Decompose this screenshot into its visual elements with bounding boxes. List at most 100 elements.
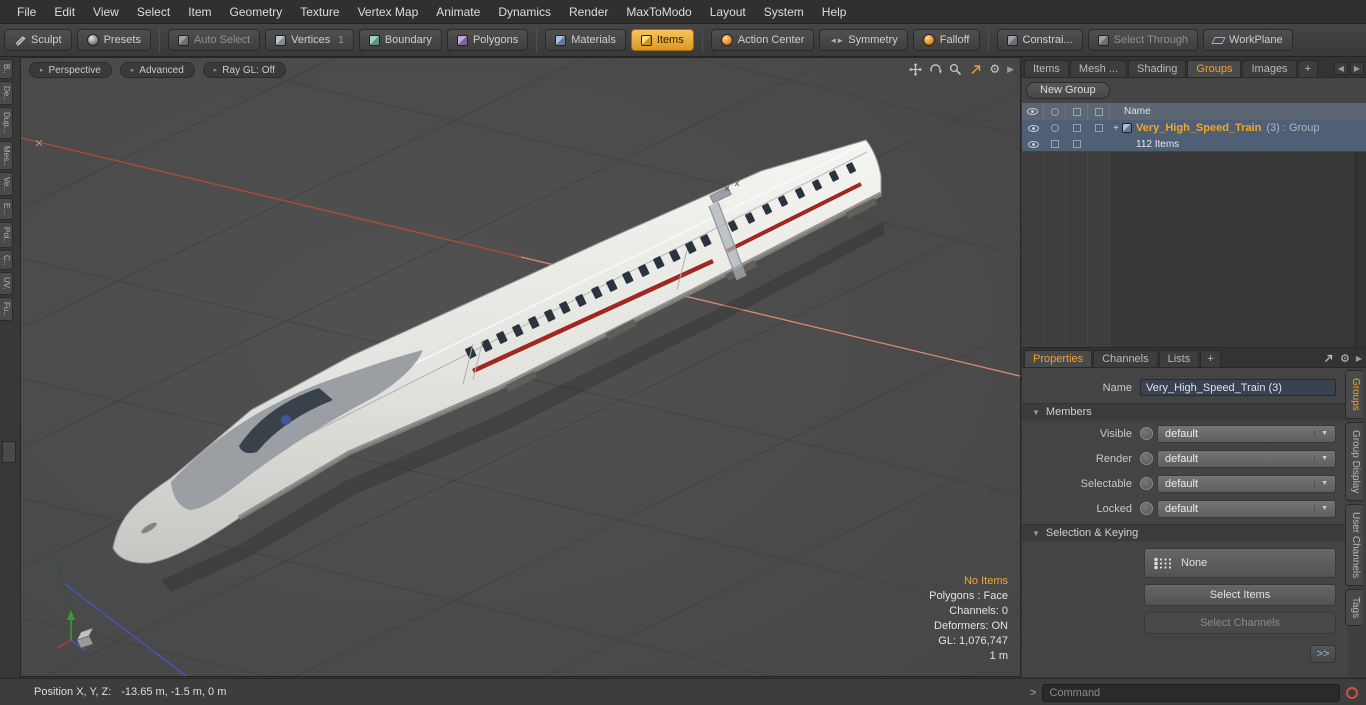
tab-scroll-right-icon[interactable]: ▶	[1349, 62, 1364, 75]
polygons-button[interactable]: Polygons	[446, 29, 529, 51]
group-tree-row[interactable]: + Very_High_Speed_Train (3) : Group 112 …	[1022, 120, 1366, 152]
symmetry-button[interactable]: ◄► Symmetry	[819, 29, 908, 51]
left-tab-vertex[interactable]: Ve..	[0, 172, 13, 197]
menu-geometry[interactable]: Geometry	[221, 0, 292, 24]
menu-file[interactable]: File	[8, 0, 45, 24]
lock-toggle[interactable]	[1044, 140, 1066, 148]
left-tab-edge[interactable]: E...	[0, 198, 13, 221]
falloff-button[interactable]: Falloff	[912, 29, 980, 51]
boundary-button[interactable]: Boundary	[358, 29, 442, 51]
left-tab-curves[interactable]: C..	[0, 250, 13, 271]
menu-item[interactable]: Item	[179, 0, 220, 24]
maximize-icon[interactable]	[969, 63, 982, 76]
select-items-button[interactable]: Select Items	[1144, 584, 1336, 606]
sculpt-button[interactable]: Sculpt	[4, 29, 72, 51]
members-section-header[interactable]: ▼ Members	[1022, 403, 1348, 421]
items-button[interactable]: Items	[630, 29, 694, 51]
render-dropdown[interactable]: default ▼	[1157, 449, 1336, 468]
palette-handle[interactable]	[2, 441, 16, 463]
side-tab-user-channels[interactable]: User Channels	[1345, 504, 1363, 587]
tab-shading[interactable]: Shading	[1128, 60, 1187, 77]
viewport-mode-dropdown[interactable]: ▸ Perspective	[29, 62, 112, 78]
channel-toggle-icon[interactable]	[1140, 502, 1153, 515]
tab-scroll-left-icon[interactable]: ◀	[1333, 62, 1348, 75]
zoom-icon[interactable]	[949, 63, 962, 76]
command-input[interactable]	[1042, 683, 1340, 702]
left-tab-duplicate[interactable]: Dup...	[0, 107, 13, 139]
gear-icon[interactable]: ⚙	[989, 62, 1000, 76]
orbit-icon[interactable]	[929, 63, 943, 76]
left-tab-fusion[interactable]: Fu..	[0, 297, 13, 321]
maximize-icon[interactable]	[1323, 353, 1334, 364]
visibility-column-header[interactable]	[1022, 103, 1044, 120]
lock-column-header[interactable]	[1066, 103, 1088, 120]
tree-scrollbar[interactable]	[1355, 152, 1366, 347]
left-tab-uv[interactable]: UV.	[0, 272, 13, 296]
action-center-button[interactable]: Action Center	[710, 29, 815, 51]
select-toggle[interactable]	[1044, 124, 1066, 132]
side-tab-group-display[interactable]: Group Display	[1345, 421, 1363, 502]
locked-dropdown[interactable]: default ▼	[1157, 499, 1336, 518]
tab-lists[interactable]: Lists	[1158, 350, 1200, 367]
render-column-header[interactable]	[1088, 103, 1110, 120]
name-column-header[interactable]: Name	[1110, 106, 1151, 117]
none-button[interactable]: None	[1144, 548, 1336, 578]
menu-dynamics[interactable]: Dynamics	[489, 0, 560, 24]
viewport-shading-dropdown[interactable]: ▸ Advanced	[119, 62, 195, 78]
advance-icon[interactable]: ▶	[1007, 62, 1014, 76]
select-column-header[interactable]	[1044, 103, 1066, 120]
side-tab-groups[interactable]: Groups	[1345, 370, 1363, 419]
presets-button[interactable]: Presets	[76, 29, 151, 51]
channel-toggle-icon[interactable]	[1140, 477, 1153, 490]
vertices-button[interactable]: Vertices 1	[265, 29, 354, 51]
tab-items[interactable]: Items	[1024, 60, 1069, 77]
group-name[interactable]: Very_High_Speed_Train	[1136, 122, 1261, 134]
constraint-button[interactable]: Constrai...	[996, 29, 1083, 51]
menu-layout[interactable]: Layout	[701, 0, 755, 24]
menu-render[interactable]: Render	[560, 0, 617, 24]
channel-toggle-icon[interactable]	[1140, 427, 1153, 440]
menu-maxtomodo[interactable]: MaxToModo	[617, 0, 700, 24]
command-history-icon[interactable]	[1346, 686, 1358, 699]
selectable-dropdown[interactable]: default ▼	[1157, 474, 1336, 493]
gear-icon[interactable]: ⚙	[1340, 352, 1350, 365]
left-tab-deform[interactable]: De..	[0, 80, 13, 106]
menu-select[interactable]: Select	[128, 0, 179, 24]
tab-add[interactable]: +	[1297, 60, 1318, 77]
viewport-3d-scene[interactable]	[21, 58, 1020, 676]
tree-empty-area[interactable]	[1022, 152, 1366, 347]
tab-mesh-ops[interactable]: Mesh ...	[1069, 60, 1128, 77]
menu-edit[interactable]: Edit	[45, 0, 84, 24]
menu-texture[interactable]: Texture	[291, 0, 348, 24]
name-input[interactable]	[1140, 379, 1336, 396]
render-toggle[interactable]	[1088, 124, 1110, 132]
select-channels-button[interactable]: Select Channels	[1144, 612, 1336, 634]
expand-panel-button[interactable]: >>	[1310, 645, 1336, 663]
menu-vertex-map[interactable]: Vertex Map	[349, 0, 428, 24]
render-toggle[interactable]	[1066, 140, 1088, 148]
channel-toggle-icon[interactable]	[1140, 452, 1153, 465]
menu-animate[interactable]: Animate	[427, 0, 489, 24]
menu-view[interactable]: View	[84, 0, 128, 24]
tab-add[interactable]: +	[1200, 350, 1221, 367]
menu-help[interactable]: Help	[813, 0, 856, 24]
left-tab-basic[interactable]: B..	[0, 59, 13, 79]
left-tab-mesh[interactable]: Mes..	[0, 140, 13, 171]
tree-expander[interactable]: +	[1110, 123, 1122, 134]
tab-properties[interactable]: Properties	[1024, 350, 1093, 367]
viewport-3d[interactable]: ▸ Perspective ▸ Advanced ▸ Ray GL: Off ⚙…	[20, 57, 1021, 677]
menu-system[interactable]: System	[755, 0, 813, 24]
lock-toggle[interactable]	[1066, 124, 1088, 132]
side-tab-tags[interactable]: Tags	[1345, 589, 1363, 627]
tab-groups[interactable]: Groups	[1187, 60, 1242, 77]
visible-dropdown[interactable]: default ▼	[1157, 424, 1336, 443]
selection-keying-header[interactable]: ▼ Selection & Keying	[1022, 524, 1348, 542]
visibility-toggle[interactable]	[1022, 140, 1044, 148]
new-group-button[interactable]: New Group	[1026, 82, 1110, 99]
tab-channels[interactable]: Channels	[1093, 350, 1158, 367]
workplane-button[interactable]: WorkPlane	[1203, 29, 1293, 51]
pan-icon[interactable]	[909, 62, 923, 76]
materials-button[interactable]: Materials	[545, 29, 626, 51]
visibility-toggle[interactable]	[1022, 124, 1044, 132]
left-tab-polygon[interactable]: Pol..	[0, 222, 13, 249]
